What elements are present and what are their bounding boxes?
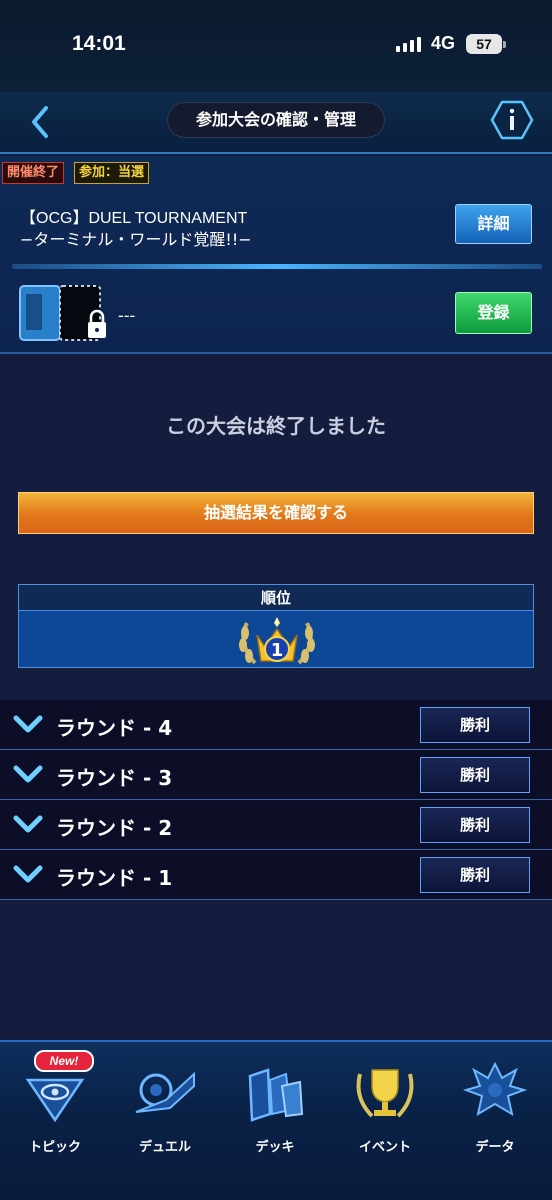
chevron-left-icon	[32, 106, 48, 138]
tournament-subtitle: −ターミナル・ワールド覚醒!!−	[20, 230, 252, 249]
round-row-3[interactable]: ラウンド - 3 勝利	[0, 750, 552, 800]
header-bar: 参加大会の確認・管理	[0, 92, 552, 154]
chevron-down-icon	[13, 765, 43, 783]
round-row-4[interactable]: ラウンド - 4 勝利	[0, 700, 552, 750]
page-title: 参加大会の確認・管理	[167, 102, 385, 138]
rank-crown: 1	[233, 613, 321, 669]
bottom-nav: New! トピック デュエル デッキ イベント データ	[0, 1040, 552, 1200]
deck-slot[interactable]	[18, 282, 114, 344]
nav-label: デッキ	[255, 1140, 295, 1155]
round-label: ラウンド - 1	[56, 866, 173, 890]
deck-cards-icon	[248, 1068, 304, 1122]
status-bar: 14:01 4G 57	[0, 0, 552, 92]
ended-message: この大会は終了しました	[166, 414, 386, 438]
nav-duel[interactable]: デュエル	[110, 1056, 220, 1166]
register-button[interactable]: 登録	[455, 292, 532, 334]
network-type: 4G	[431, 33, 456, 53]
battery-icon: 57	[466, 34, 502, 54]
duel-disk-icon	[135, 1071, 195, 1113]
back-button[interactable]	[24, 102, 58, 142]
round-result-badge: 勝利	[420, 757, 530, 793]
nav-data[interactable]: データ	[440, 1056, 550, 1166]
battery-tip	[503, 41, 506, 48]
round-row-1[interactable]: ラウンド - 1 勝利	[0, 850, 552, 900]
trophy-icon	[356, 1069, 414, 1118]
status-time: 14:01	[72, 32, 126, 55]
nav-label: デュエル	[138, 1140, 191, 1155]
info-button[interactable]	[490, 100, 534, 140]
participation-badge: 参加：当選	[74, 162, 150, 184]
rank-header: 順位	[19, 585, 533, 611]
info-icon	[490, 100, 534, 140]
round-result-badge: 勝利	[420, 807, 530, 843]
tournament-name: 【OCG】DUEL TOURNAMENT	[20, 210, 248, 227]
card-divider	[12, 264, 542, 269]
data-character-icon	[462, 1061, 528, 1117]
new-badge: New!	[34, 1050, 94, 1072]
chevron-down-icon	[13, 715, 43, 733]
nav-topic[interactable]: New! トピック	[0, 1050, 110, 1166]
crown-laurel-icon: 1	[239, 617, 315, 665]
nav-label: データ	[475, 1140, 515, 1155]
round-result-badge: 勝利	[420, 707, 530, 743]
round-list: ラウンド - 4 勝利 ラウンド - 3 勝利 ラウンド - 2 勝利 ラウンド…	[0, 700, 552, 900]
round-result-badge: 勝利	[420, 857, 530, 893]
nav-label: トピック	[28, 1140, 81, 1155]
deck-case-lock-icon	[19, 285, 106, 341]
deck-name: ---	[118, 306, 136, 325]
rank-panel: 順位 1	[18, 584, 534, 668]
detail-button[interactable]: 詳細	[455, 204, 532, 244]
chevron-down-icon	[13, 815, 43, 833]
round-label: ラウンド - 3	[56, 766, 173, 790]
tournament-card: 開催終了 参加：当選 【OCG】DUEL TOURNAMENT −ターミナル・ワ…	[0, 156, 552, 354]
nav-deck[interactable]: デッキ	[220, 1056, 330, 1166]
round-label: ラウンド - 2	[56, 816, 173, 840]
signal-icon	[396, 36, 421, 52]
nav-label: イベント	[358, 1140, 411, 1155]
round-row-2[interactable]: ラウンド - 2 勝利	[0, 800, 552, 850]
round-label: ラウンド - 4	[56, 716, 173, 740]
chevron-down-icon	[13, 865, 43, 883]
status-badge: 開催終了	[2, 162, 65, 184]
rank-number: 1	[271, 640, 284, 661]
check-result-button[interactable]: 抽選結果を確認する	[18, 492, 534, 534]
nav-event[interactable]: イベント	[330, 1056, 440, 1166]
